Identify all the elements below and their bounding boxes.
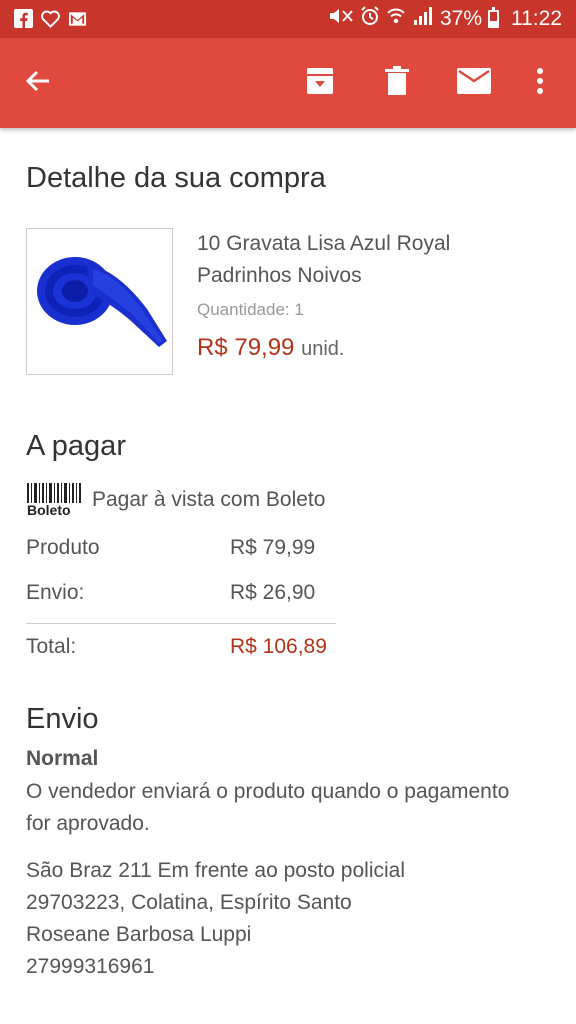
boleto-logo-text: Boleto <box>27 502 71 518</box>
app-bar <box>0 38 576 128</box>
purchase-heading: Detalhe da sua compra <box>26 162 326 194</box>
boleto-logo: Boleto <box>26 482 82 518</box>
shipping-heading: Envio <box>26 703 99 735</box>
product-image[interactable] <box>26 228 173 375</box>
facebook-icon <box>14 9 33 28</box>
back-arrow-icon <box>24 67 52 100</box>
clock: 11:22 <box>511 7 562 30</box>
payment-heading: A pagar <box>26 430 126 462</box>
delete-button[interactable] <box>373 59 421 107</box>
mark-unread-button[interactable] <box>450 59 498 107</box>
product-title[interactable]: 10 Gravata Lisa Azul Royal Padrinhos Noi… <box>197 228 527 292</box>
product-cost-label: Produto <box>26 536 100 559</box>
status-bar: 37% 11:22 <box>0 0 576 38</box>
price-value: R$ 79,99 <box>197 334 295 361</box>
battery-percent: 37% <box>439 7 482 30</box>
payment-method: Boleto Pagar à vista com Boleto <box>26 482 325 518</box>
archive-icon <box>305 66 335 101</box>
archive-button[interactable] <box>296 59 344 107</box>
product-cost-row: Produto R$ 79,99 <box>26 536 336 560</box>
shipping-cost-value: R$ 26,90 <box>230 581 316 604</box>
shipping-cost-row: Envio: R$ 26,90 <box>26 581 336 605</box>
total-value: R$ 106,89 <box>230 635 327 658</box>
mail-icon <box>457 67 491 99</box>
address-line-1: São Braz 211 Em frente ao posto policial <box>26 859 405 882</box>
recipient-name: Roseane Barbosa Luppi <box>26 923 252 946</box>
back-button[interactable] <box>14 59 62 107</box>
delete-icon <box>385 65 409 101</box>
product-quantity: Quantidade: 1 <box>197 300 304 319</box>
signal-icon <box>412 6 434 32</box>
address-line-2: 29703223, Colatina, Espírito Santo <box>26 891 352 914</box>
product-cost-value: R$ 79,99 <box>230 536 316 559</box>
total-row: Total: R$ 106,89 <box>26 635 336 659</box>
alarm-icon <box>360 6 380 32</box>
tie-image <box>37 257 167 347</box>
payment-method-label: Pagar à vista com Boleto <box>92 488 326 511</box>
recipient-phone[interactable]: 27999316961 <box>26 951 526 983</box>
wifi-icon <box>386 6 406 32</box>
shipping-type: Normal <box>26 747 99 770</box>
more-vert-icon <box>536 67 544 100</box>
heart-icon <box>41 9 60 28</box>
total-divider <box>26 623 336 624</box>
mute-icon <box>328 7 354 31</box>
price-unit: unid. <box>301 338 345 360</box>
shipping-note: O vendedor enviará o produto quando o pa… <box>26 780 510 835</box>
more-options-button[interactable] <box>516 59 564 107</box>
product-price: R$ 79,99 unid. <box>197 334 344 362</box>
battery-icon <box>488 7 499 28</box>
gmail-icon <box>68 9 87 28</box>
total-label: Total: <box>26 635 77 658</box>
shipping-cost-label: Envio: <box>26 581 85 604</box>
